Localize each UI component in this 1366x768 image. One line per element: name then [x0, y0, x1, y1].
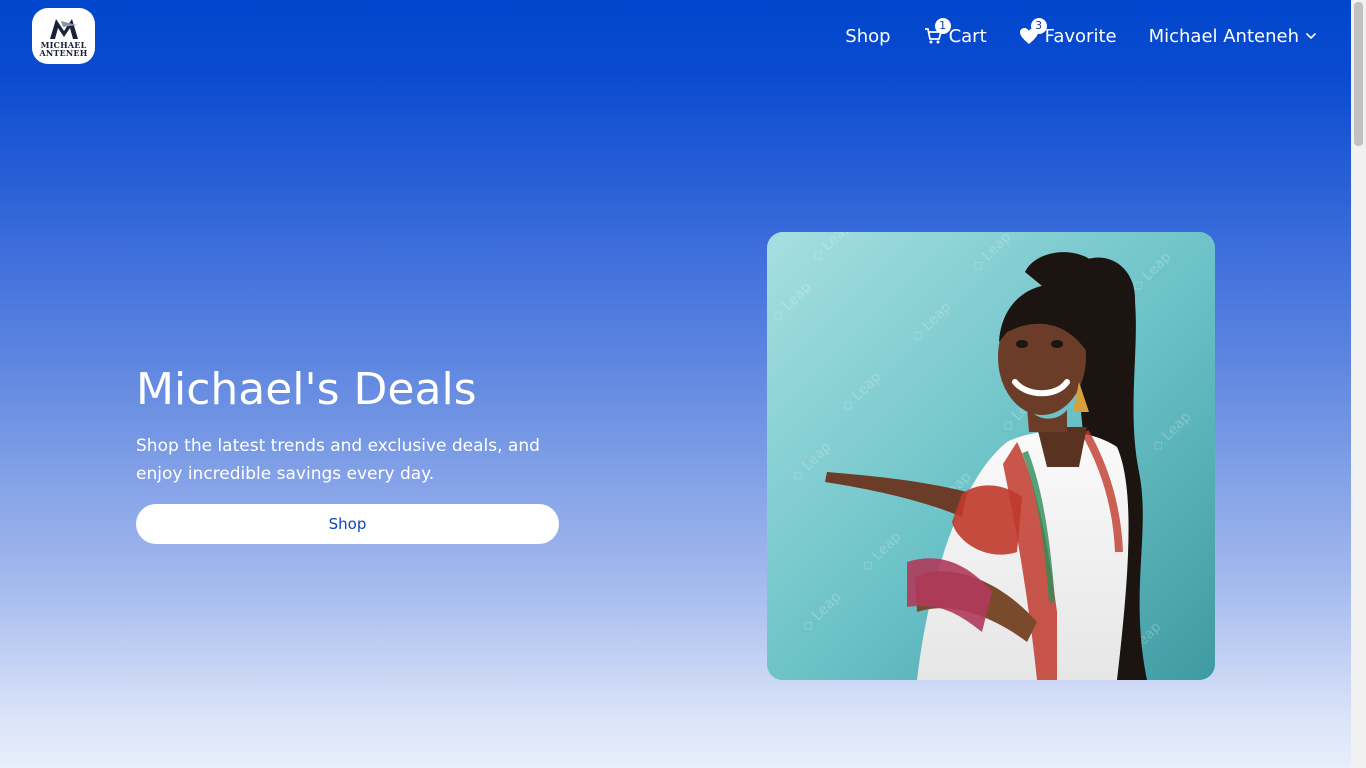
scrollbar-thumb[interactable]: [1354, 2, 1363, 146]
navbar: MICHAEL ANTENEH Shop 1 Cart 3 Favorite M…: [0, 0, 1351, 72]
nav-shop-link[interactable]: Shop: [845, 26, 890, 47]
model-photo-illustration: ◇ Leap ◇ Leap ◇ Leap ◇ Leap ◇ Leap ◇ Lea…: [767, 232, 1215, 680]
nav-links: Shop 1 Cart 3 Favorite Michael Anteneh: [813, 18, 1317, 50]
page: MICHAEL ANTENEH Shop 1 Cart 3 Favorite M…: [0, 0, 1351, 768]
nav-cart-link[interactable]: 1 Cart: [923, 18, 987, 47]
hero-title: Michael's Deals: [136, 364, 477, 415]
nav-shop-label: Shop: [845, 25, 891, 47]
cart-icon: 1: [923, 18, 951, 46]
hero-subtitle: Shop the latest trends and exclusive dea…: [136, 436, 540, 484]
cart-count-badge: 1: [934, 18, 951, 34]
nav-cart-label: Cart: [948, 25, 987, 47]
favorite-count-badge: 3: [1030, 18, 1047, 34]
brand-logo[interactable]: MICHAEL ANTENEH: [32, 8, 95, 64]
hero-text: Michael's Deals Shop the latest trends a…: [136, 362, 576, 488]
user-name-label: Michael Anteneh: [1148, 25, 1299, 47]
nav-favorite-label: Favorite: [1044, 25, 1117, 47]
user-menu-toggle[interactable]: Michael Anteneh: [1149, 26, 1317, 47]
logo-text-line2: ANTENEH: [39, 48, 88, 58]
m-logo-icon: [49, 19, 78, 39]
hero-shop-button[interactable]: Shop: [136, 504, 559, 544]
chevron-down-icon: [1305, 30, 1317, 42]
heart-icon: 3: [1019, 18, 1047, 46]
hero-image: ◇ Leap ◇ Leap ◇ Leap ◇ Leap ◇ Leap ◇ Lea…: [767, 232, 1215, 680]
page-scrollbar[interactable]: [1351, 0, 1366, 768]
nav-favorite-link[interactable]: 3 Favorite: [1019, 18, 1117, 47]
